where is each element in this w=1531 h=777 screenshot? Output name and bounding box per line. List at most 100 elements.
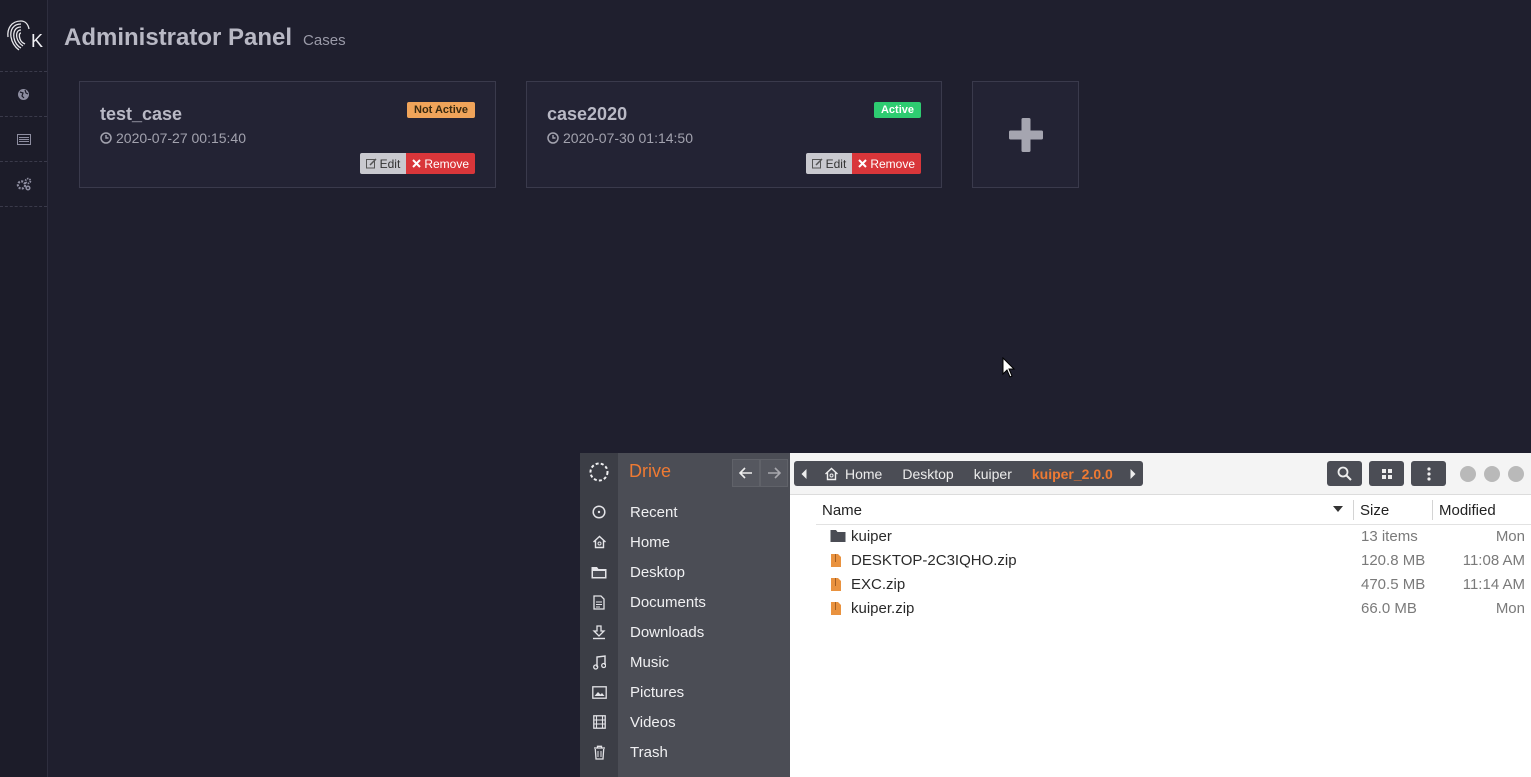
film-icon: [592, 715, 606, 729]
forward-button[interactable]: [760, 459, 788, 487]
sidebar-item-documents[interactable]: Documents: [580, 587, 790, 617]
case-name: test_case: [100, 104, 183, 124]
sidebar-item-label: Trash: [630, 743, 668, 761]
arrow-left-icon: [739, 467, 752, 479]
file-row[interactable]: kuiper 13 items Mon: [816, 525, 1531, 549]
download-icon: [592, 624, 606, 639]
sidebar-item-label: Music: [630, 653, 670, 671]
breadcrumb-label: Home: [845, 465, 883, 482]
remove-label: Remove: [424, 156, 469, 171]
breadcrumb-home[interactable]: Home: [814, 466, 892, 482]
close-icon: [858, 159, 868, 168]
fingerprint-logo-icon: K: [6, 19, 43, 51]
file-list: Name Size Modified kuiper 13 items Mon D…: [816, 495, 1531, 777]
edit-label: Edit: [379, 156, 401, 171]
file-name: DESKTOP-2C3IQHO.zip: [851, 552, 1017, 569]
breadcrumb-desktop[interactable]: Desktop: [892, 466, 963, 482]
caret-right-icon: [1130, 468, 1136, 479]
clock-icon: [547, 132, 559, 144]
file-modified: 11:14 AM: [1462, 576, 1525, 593]
column-size[interactable]: Size: [1360, 502, 1389, 519]
maximize-button[interactable]: [1484, 466, 1500, 482]
column-modified[interactable]: Modified: [1439, 502, 1496, 519]
sidebar-item-label: Recent: [630, 503, 678, 521]
gears-icon: [16, 177, 31, 191]
sidebar-item-videos[interactable]: Videos: [580, 707, 790, 737]
clock-icon: [100, 132, 112, 144]
page-title: Administrator Panel: [64, 24, 293, 51]
file-size: 120.8 MB: [1361, 552, 1426, 569]
case-date-text: 2020-07-30 01:14:50: [563, 130, 693, 146]
case-card[interactable]: case2020 2020-07-30 01:14:50 Active Edit…: [526, 81, 942, 188]
folder-icon: [591, 566, 607, 578]
breadcrumb-scroll-right[interactable]: [1123, 468, 1143, 479]
file-name: kuiper.zip: [851, 600, 915, 617]
sidebar-item-trash[interactable]: Trash: [580, 737, 790, 767]
search-icon: [1337, 466, 1352, 481]
case-card[interactable]: test_case 2020-07-27 00:15:40 Not Active…: [79, 81, 496, 188]
case-name: case2020: [547, 104, 628, 124]
list-icon: [16, 133, 31, 145]
nav-globe[interactable]: [0, 72, 47, 117]
sidebar-item-pictures[interactable]: Pictures: [580, 677, 790, 707]
close-icon: [412, 159, 422, 168]
file-row[interactable]: kuiper.zip 66.0 MB Mon: [816, 597, 1531, 621]
sidebar-item-desktop[interactable]: Desktop: [580, 557, 790, 587]
status-badge: Active: [873, 102, 921, 118]
edit-button[interactable]: Edit: [805, 153, 853, 174]
drive-icon: [589, 462, 609, 482]
nav-settings[interactable]: [0, 162, 47, 207]
file-row[interactable]: EXC.zip 470.5 MB 11:14 AM: [816, 573, 1531, 597]
file-size: 470.5 MB: [1361, 576, 1426, 593]
mouse-cursor-icon: [1002, 357, 1016, 378]
file-size: 66.0 MB: [1361, 600, 1417, 617]
page-header: Administrator Panel Cases: [64, 24, 346, 52]
folder-icon: [830, 530, 846, 542]
globe-icon: [18, 88, 29, 100]
status-badge: Not Active: [407, 102, 475, 118]
file-name: EXC.zip: [851, 576, 906, 593]
edit-label: Edit: [825, 156, 847, 171]
music-icon: [592, 654, 606, 670]
breadcrumb-kuiper[interactable]: kuiper: [964, 466, 1022, 482]
sidebar-item-recent[interactable]: Recent: [580, 497, 790, 527]
case-date-text: 2020-07-27 00:15:40: [116, 130, 246, 146]
remove-button[interactable]: Remove: [852, 153, 921, 174]
sort-down-icon[interactable]: [1333, 506, 1343, 512]
view-grid-button[interactable]: [1369, 461, 1404, 486]
search-button[interactable]: [1327, 461, 1362, 486]
trash-icon: [593, 745, 605, 760]
edit-icon: [811, 158, 823, 169]
file-name: kuiper: [851, 528, 892, 545]
menu-button[interactable]: [1411, 461, 1446, 486]
edit-button[interactable]: Edit: [359, 153, 407, 174]
plus-icon: [1008, 117, 1043, 152]
sidebar-item-downloads[interactable]: Downloads: [580, 617, 790, 647]
file-manager-window: Drive Recent Home Desktop Documents Down…: [580, 453, 1531, 777]
kuiper-logo[interactable]: K: [0, 0, 47, 72]
kebab-menu-icon: [1426, 466, 1431, 481]
back-button[interactable]: [732, 459, 760, 487]
sidebar-item-label: Pictures: [630, 683, 685, 701]
breadcrumb-scroll-left[interactable]: [794, 468, 814, 479]
file-row[interactable]: DESKTOP-2C3IQHO.zip 120.8 MB 11:08 AM: [816, 549, 1531, 573]
nav-rail: K: [0, 0, 48, 777]
remove-button[interactable]: Remove: [406, 153, 475, 174]
nav-list[interactable]: [0, 117, 47, 162]
file-modified: Mon: [1495, 528, 1525, 545]
breadcrumb-current[interactable]: kuiper_2.0.0: [1022, 466, 1123, 482]
home-icon: [592, 535, 606, 549]
minimize-button[interactable]: [1460, 466, 1476, 482]
picture-icon: [591, 685, 607, 699]
add-case-button[interactable]: [972, 81, 1079, 188]
column-name[interactable]: Name: [822, 502, 862, 519]
zip-file-icon: [831, 602, 841, 615]
close-window-button[interactable]: [1508, 466, 1524, 482]
arrow-right-icon: [768, 467, 781, 479]
edit-icon: [365, 158, 377, 169]
grid-icon: [1381, 468, 1392, 479]
zip-file-icon: [831, 578, 841, 591]
sidebar-item-home[interactable]: Home: [580, 527, 790, 557]
sidebar-item-music[interactable]: Music: [580, 647, 790, 677]
file-modified: 11:08 AM: [1462, 552, 1525, 569]
